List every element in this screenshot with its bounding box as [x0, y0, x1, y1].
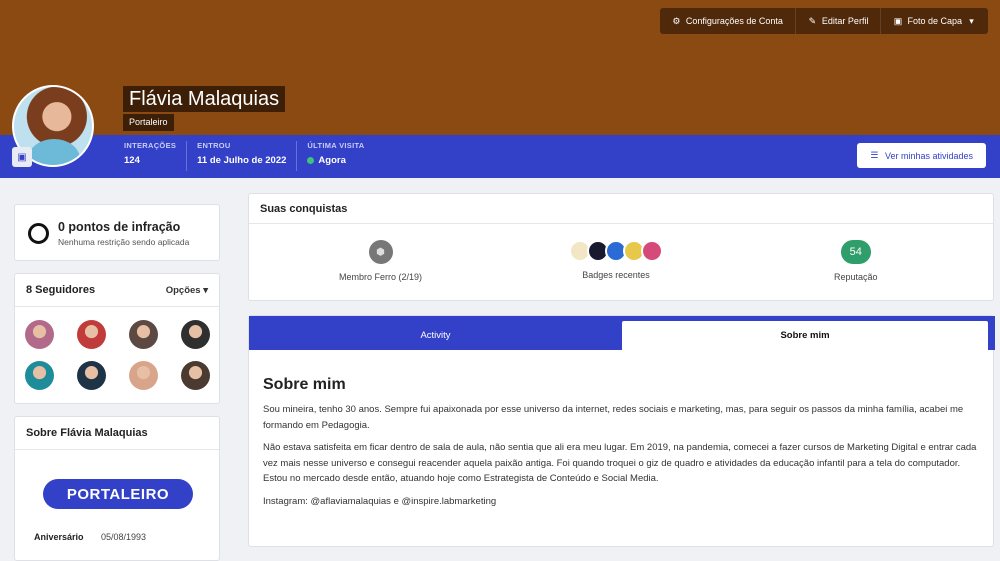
edit-profile-label: Editar Perfil: [821, 16, 869, 26]
cover-actions: ⚙ Configurações de Conta ✎ Editar Perfil…: [659, 8, 988, 34]
stat-label: ÚLTIMA VISITA: [307, 141, 365, 150]
about-paragraph-2: Não estava satisfeita em ficar dentro de…: [263, 442, 977, 484]
follower-avatar[interactable]: [181, 320, 210, 349]
followers-header: 8 Seguidores Opções ▾: [15, 274, 219, 307]
options-label: Opções: [165, 284, 201, 296]
rank-label: Membro Ferro (2/19): [339, 272, 423, 282]
follower-avatar[interactable]: [25, 320, 54, 349]
image-icon: ▣: [17, 151, 27, 163]
stat-last-visit: ÚLTIMA VISITA Agora: [297, 141, 374, 171]
achievements-title: Suas conquistas: [249, 194, 993, 224]
profile-name: Flávia Malaquias: [123, 86, 286, 112]
stat-joined: ENTROU 11 de Julho de 2022: [187, 141, 298, 171]
recent-badges-label: Badges recentes: [582, 270, 650, 280]
stat-value: 11 de Julho de 2022: [197, 155, 287, 166]
badge-icon[interactable]: [641, 240, 663, 262]
about-sidebar-card: Sobre Flávia Malaquias PORTALEIRO Aniver…: [14, 416, 220, 561]
achievements-card: Suas conquistas ⬢ Membro Ferro (2/19) Ba…: [248, 193, 994, 301]
cover-photo-label: Foto de Capa: [907, 16, 962, 26]
online-status-dot: [307, 157, 315, 164]
profile-tabs-card: Activity Sobre mim Sobre mim Sou mineira…: [248, 315, 995, 547]
iron-rank-icon: ⬢: [368, 240, 393, 264]
list-icon: ☰: [870, 150, 879, 160]
tab-about-me[interactable]: Sobre mim: [622, 321, 988, 350]
birthday-label: Aniversário: [34, 532, 84, 542]
tab-activity[interactable]: Activity: [249, 321, 622, 350]
about-heading: Sobre mim: [263, 376, 346, 393]
infractions-card: 0 pontos de infração Nenhuma restrição s…: [14, 204, 220, 261]
recent-badges: [569, 240, 663, 262]
recent-badges-column[interactable]: Badges recentes: [569, 240, 663, 280]
view-activity-label: Ver minhas atividades: [884, 150, 974, 161]
birthday-value: 05/08/1993: [101, 532, 147, 542]
reputation-label: Reputação: [834, 272, 878, 282]
about-sidebar-title: Sobre Flávia Malaquias: [26, 427, 148, 439]
group-badge: PORTALEIRO: [43, 479, 193, 509]
reputation-badge: 54: [840, 240, 871, 264]
caret-down-icon: ▾: [969, 15, 974, 26]
view-activity-button[interactable]: ☰ Ver minhas atividades: [857, 143, 986, 168]
pencil-icon: ✎: [808, 15, 817, 26]
infraction-status: Nenhuma restrição sendo aplicada: [58, 237, 190, 247]
stat-label: INTERAÇÕES: [124, 141, 177, 150]
stat-label: ENTROU: [197, 141, 231, 150]
stat-interactions: INTERAÇÕES 124: [114, 141, 188, 171]
followers-options-button[interactable]: Opções ▾: [166, 285, 208, 296]
cover-photo-button[interactable]: ▣ Foto de Capa ▾: [881, 8, 988, 34]
about-paragraph-1: Sou mineira, tenho 30 anos. Sempre fui a…: [263, 404, 964, 431]
edit-profile-button[interactable]: ✎ Editar Perfil: [796, 8, 882, 34]
about-paragraph-3: Instagram: @aflaviamalaquias e @inspire.…: [263, 496, 497, 507]
stat-value: Agora: [307, 155, 364, 166]
infraction-points: 0 pontos de infração: [58, 220, 181, 234]
follower-avatar[interactable]: [77, 361, 106, 390]
follower-avatar[interactable]: [129, 361, 158, 390]
account-settings-button[interactable]: ⚙ Configurações de Conta: [660, 8, 796, 34]
change-avatar-button[interactable]: ▣: [12, 147, 32, 167]
account-settings-label: Configurações de Conta: [685, 16, 783, 26]
follower-avatar[interactable]: [25, 361, 54, 390]
gear-icon: ⚙: [672, 15, 681, 26]
followers-title: 8 Seguidores: [26, 284, 96, 296]
follower-avatar[interactable]: [181, 361, 210, 390]
infraction-ring-icon: [28, 223, 49, 244]
stat-value: 124: [124, 155, 140, 166]
followers-grid: [15, 307, 219, 390]
followers-card: 8 Seguidores Opções ▾: [14, 273, 220, 404]
follower-avatar[interactable]: [77, 320, 106, 349]
image-icon: ▣: [893, 15, 903, 26]
profile-role: Portaleiro: [123, 114, 174, 131]
about-sidebar-header: Sobre Flávia Malaquias: [15, 417, 219, 450]
reputation-column[interactable]: 54 Reputação: [834, 240, 878, 282]
follower-avatar[interactable]: [129, 320, 158, 349]
profile-stats: INTERAÇÕES 124 ENTROU 11 de Julho de 202…: [114, 141, 375, 171]
rank-column[interactable]: ⬢ Membro Ferro (2/19): [339, 240, 422, 282]
last-visit-value: Agora: [318, 155, 346, 166]
